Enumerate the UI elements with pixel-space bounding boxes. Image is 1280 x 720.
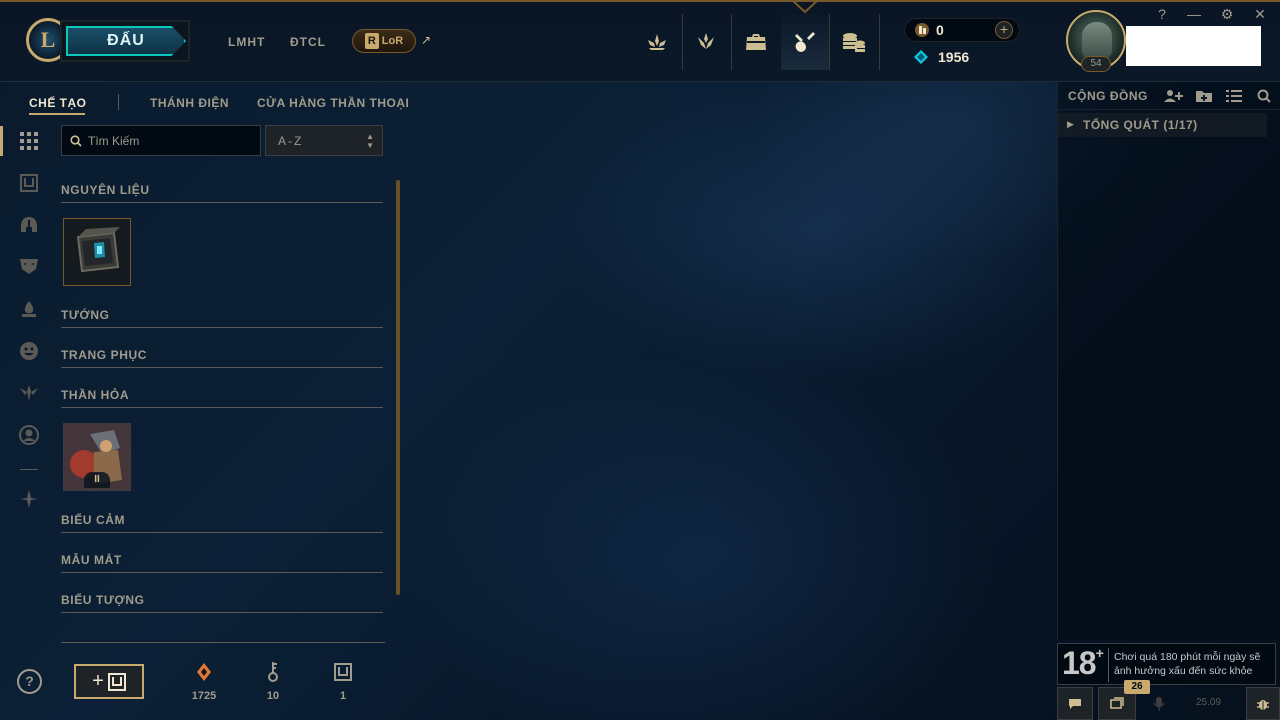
skin-mask-icon[interactable] (16, 253, 42, 279)
section-skins: TRANG PHỤC (61, 348, 147, 362)
play-button[interactable]: ĐẤU (66, 26, 186, 56)
blue-essence-amount: 1956 (938, 49, 970, 65)
section-eternals: THẦN HỎA (61, 388, 130, 402)
section-divider (61, 532, 383, 533)
active-tab-underline (29, 113, 85, 115)
sidebar-active-indicator (0, 126, 3, 156)
help-button[interactable]: ? (17, 669, 42, 694)
search-input[interactable] (88, 132, 256, 150)
nav-link-lol[interactable]: LMHT (228, 35, 265, 49)
chest-icon[interactable] (16, 170, 42, 196)
champion-helmet-icon[interactable] (16, 212, 42, 238)
add-currency-button[interactable]: + (995, 21, 1013, 39)
search-icon (70, 135, 82, 147)
caret-right-icon: ▶ (1067, 119, 1074, 129)
tft-icon[interactable] (682, 14, 730, 70)
health-warning-text: Chơi quá 180 phút mỗi ngày sẽ ảnh hưởng … (1114, 651, 1261, 677)
search-field[interactable] (61, 125, 261, 156)
rp-amount: 0 (936, 22, 944, 38)
eternals-series-badge: II (84, 472, 110, 488)
chevron-up-down-icon: ▲ ▼ (366, 132, 374, 150)
section-emotes: BIỂU CẢM (61, 513, 126, 527)
bug-icon (1257, 699, 1269, 710)
lor-logo-icon: R (364, 33, 379, 49)
store-icon[interactable] (830, 14, 878, 70)
friend-group-label: TỔNG QUÁT (1/17) (1083, 118, 1198, 132)
help-icon[interactable]: ? (1152, 6, 1172, 22)
add-folder-icon[interactable] (1194, 88, 1214, 104)
riot-points-icon (915, 23, 929, 37)
close-icon[interactable]: ✕ (1250, 6, 1270, 23)
chat-icon (1069, 698, 1081, 709)
tab-mythic-shop[interactable]: CỬA HÀNG THẦN THOẠI (257, 96, 409, 110)
section-ward-skins: MẪU MẮT (61, 553, 122, 567)
microphone-icon (1153, 696, 1165, 711)
age-rating: 18+ (1062, 645, 1104, 681)
social-panel (1057, 82, 1280, 640)
other-icon[interactable] (16, 486, 42, 512)
client-version: 25.09 (1196, 697, 1222, 708)
minimize-icon[interactable]: — (1184, 6, 1204, 22)
add-friend-icon[interactable] (1163, 88, 1183, 104)
nav-link-tft[interactable]: ĐTCL (290, 35, 326, 49)
warning-separator (1108, 648, 1109, 682)
section-divider (61, 367, 383, 368)
section-icons: BIỂU TƯỢNG (61, 593, 145, 607)
social-title: CỘNG ĐỒNG (1068, 89, 1148, 103)
notifications-icon (1110, 696, 1124, 709)
sort-value: A-Z (278, 134, 304, 148)
home-icon[interactable] (633, 14, 681, 70)
section-divider (61, 407, 383, 408)
section-champions: TƯỚNG (61, 308, 110, 322)
key-fragment-amount: 10 (266, 690, 280, 702)
chest-icon (107, 672, 126, 691)
plus-label: + (92, 670, 104, 692)
scrollbar[interactable] (396, 180, 400, 595)
hextech-chest-item[interactable] (63, 218, 131, 286)
play-button-frame[interactable]: ĐẤU (60, 20, 190, 62)
list-icon[interactable] (1224, 88, 1244, 104)
sort-dropdown[interactable]: A-Z ▲ ▼ (265, 125, 383, 156)
hextech-chest-icon (64, 219, 130, 285)
ward-icon[interactable] (16, 296, 42, 322)
search-icon[interactable] (1254, 88, 1274, 104)
voice-button[interactable] (1141, 687, 1177, 720)
bug-report-button[interactable] (1246, 687, 1280, 720)
lor-label: LoR (381, 35, 404, 47)
blue-essence-icon (914, 50, 928, 64)
section-divider (61, 572, 383, 573)
orange-essence-amount: 1725 (191, 690, 217, 702)
eternals-icon[interactable] (16, 380, 42, 406)
orange-essence-icon (192, 660, 216, 684)
emote-icon[interactable] (16, 338, 42, 364)
section-divider (61, 327, 383, 328)
subnav-separator (118, 94, 119, 110)
tab-sanctum[interactable]: THÁNH ĐIỆN (150, 96, 229, 110)
level-badge: 54 (1081, 56, 1111, 72)
collection-icon[interactable] (732, 14, 780, 70)
sidebar-divider (20, 469, 38, 470)
summoner-name-redacted (1126, 26, 1261, 66)
eternals-item[interactable]: II (63, 423, 131, 491)
chat-button[interactable] (1057, 687, 1093, 720)
lor-button[interactable]: R LoR (352, 29, 416, 53)
external-link-icon: ↗ (421, 33, 432, 47)
section-divider (61, 202, 383, 203)
key-fragment-icon (261, 660, 285, 684)
loot-icon[interactable] (781, 14, 829, 70)
settings-icon[interactable]: ⚙ (1217, 6, 1237, 23)
section-divider (61, 612, 383, 613)
footer-divider (61, 642, 385, 643)
chest-icon (331, 660, 355, 684)
grid-icon[interactable] (16, 128, 42, 154)
tab-crafting[interactable]: CHẾ TẠO (29, 96, 87, 110)
section-materials: NGUYÊN LIỆU (61, 183, 150, 197)
avatar-portrait (1082, 22, 1112, 60)
add-chest-button[interactable]: + (74, 664, 144, 699)
active-tab-notch-icon (792, 0, 818, 14)
chest-amount: 1 (339, 690, 347, 702)
nav-separator (879, 14, 880, 70)
summoner-icon[interactable] (16, 422, 42, 448)
